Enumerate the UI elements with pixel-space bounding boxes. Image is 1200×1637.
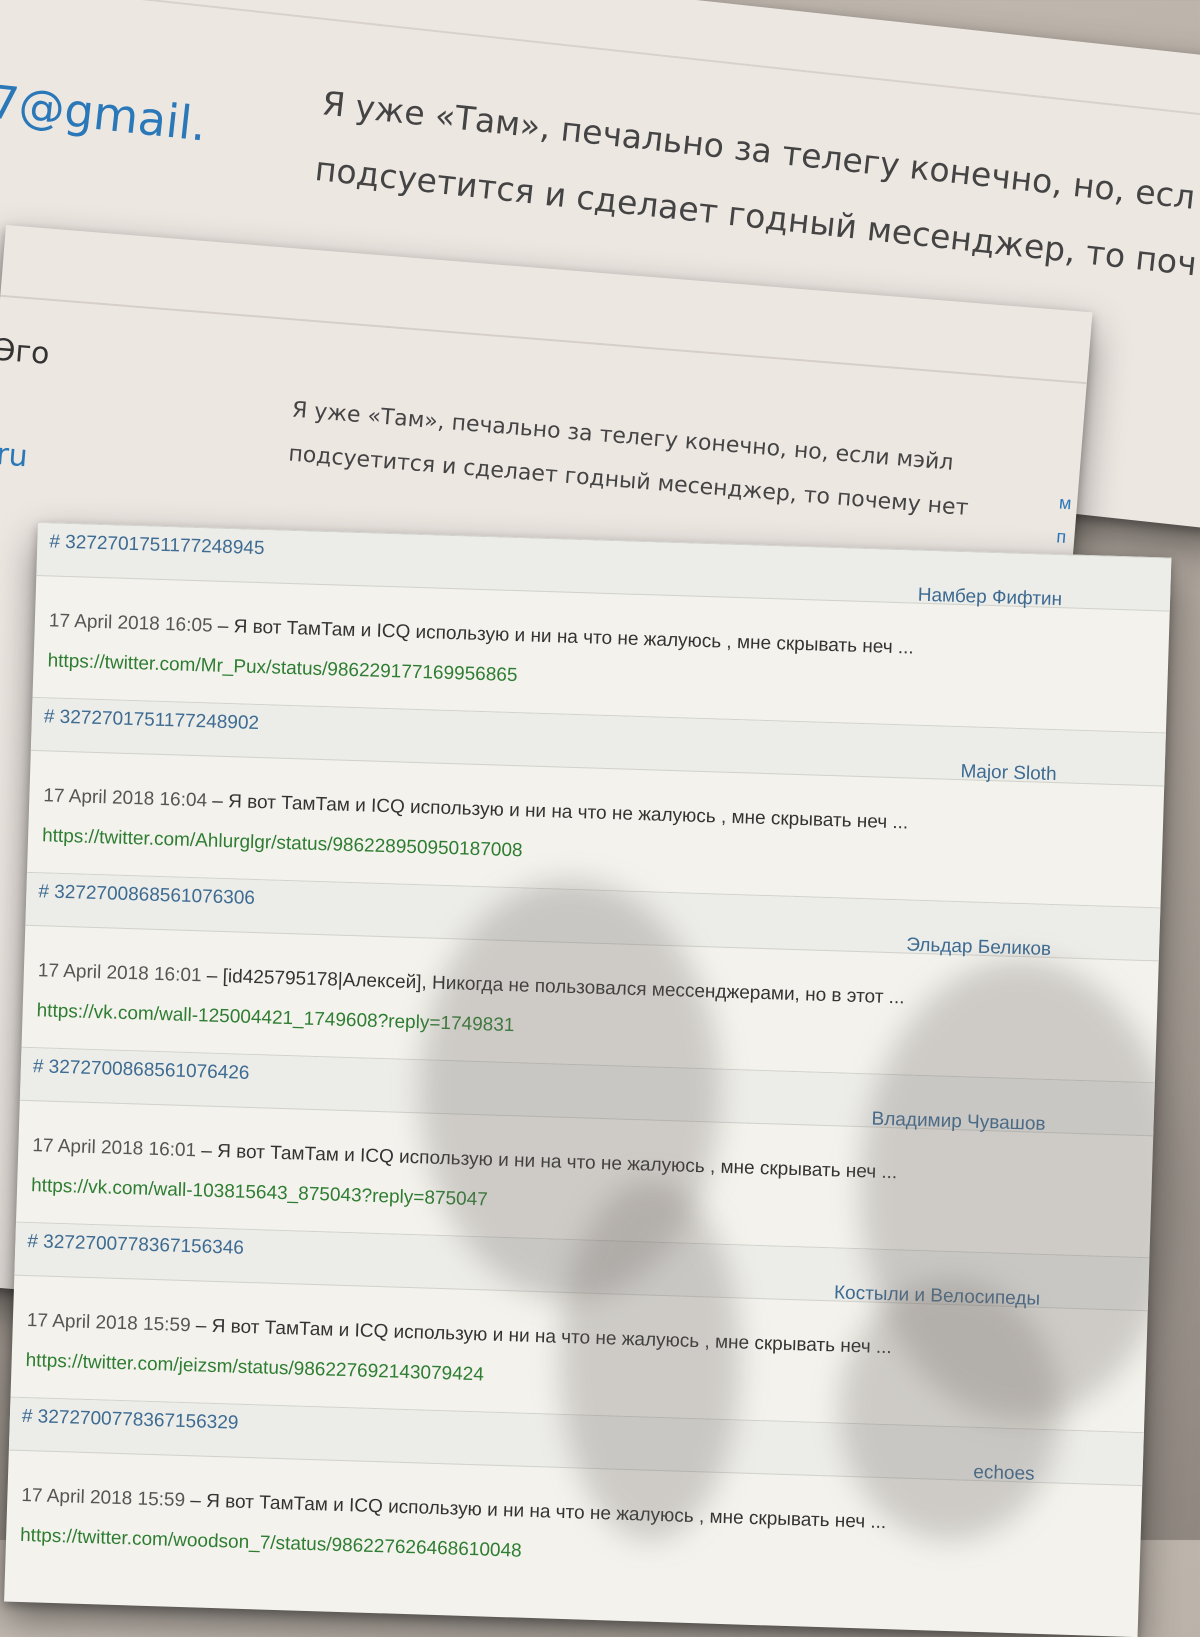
entry-id-link[interactable]: # 3272701751177248902 (44, 706, 260, 735)
entry-snippet: – Я вот ТамТам и ICQ использую и ни на ч… (184, 1490, 887, 1534)
entry-author-link[interactable]: Намбер Фифтин (917, 585, 1062, 612)
entry-date: 17 April 2018 16:01 (32, 1135, 197, 1162)
entry-snippet: – Я вот ТамТам и ICQ использую и ни на ч… (190, 1315, 893, 1359)
user-email-domain[interactable]: m.ru (0, 426, 43, 485)
entry-id-link[interactable]: # 3272700868561076426 (33, 1056, 250, 1085)
hand-shadow (840, 1280, 1060, 1540)
entry-id-link[interactable]: # 3272700778367156329 (22, 1406, 239, 1435)
entry-date: 17 April 2018 16:04 (43, 785, 208, 812)
entry-source-link[interactable]: https://twitter.com/woodson_7/status/986… (20, 1525, 522, 1563)
user-email-line[interactable]: u (0, 374, 47, 433)
user-name: р Эго (0, 330, 51, 372)
entry-date: 17 April 2018 16:01 (37, 960, 202, 987)
entry-id-link[interactable]: # 3272700868561076306 (38, 881, 255, 910)
divider (0, 294, 1087, 385)
entry-source-link[interactable]: https://twitter.com/jeizsm/status/986227… (25, 1350, 484, 1386)
entry-author-link[interactable]: Эльдар Беликов (906, 934, 1051, 961)
entry-id-link[interactable]: # 3272700778367156346 (27, 1231, 244, 1260)
entry-date: 17 April 2018 15:59 (26, 1310, 191, 1337)
entry-author-link[interactable]: Major Sloth (960, 761, 1057, 786)
entry-date: 17 April 2018 15:59 (21, 1484, 186, 1512)
user-info: р Эго u m.ru (0, 322, 51, 484)
entry-source-link[interactable]: https://twitter.com/Mr_Pux/status/986229… (47, 650, 517, 687)
feed-entry: # 3272701751177248902 Major Sloth 17 April… (27, 696, 1166, 908)
entry-source-link[interactable]: https://vk.com/wall-103815643_875043?rep… (31, 1175, 488, 1211)
entry-id-link[interactable]: # 3272701751177248945 (49, 531, 265, 560)
entry-source-link[interactable]: https://twitter.com/Ahlurglgr/status/986… (42, 825, 523, 862)
hand-shadow (560, 1180, 740, 1540)
entry-snippet: – Я вот ТамТам и ICQ использую и ни на ч… (212, 615, 915, 659)
entry-snippet: – Я вот ТамТам и ICQ использую и ни на ч… (206, 790, 909, 834)
entry-date: 17 April 2018 16:05 (48, 610, 213, 637)
message-text: Я уже «Там», печально за телегу конечно,… (287, 389, 974, 531)
user-email[interactable]: 77@gmail. (0, 71, 209, 151)
feed-entry: # 3272701751177248945 Намбер Фифтин 17 Apr… (32, 522, 1172, 733)
